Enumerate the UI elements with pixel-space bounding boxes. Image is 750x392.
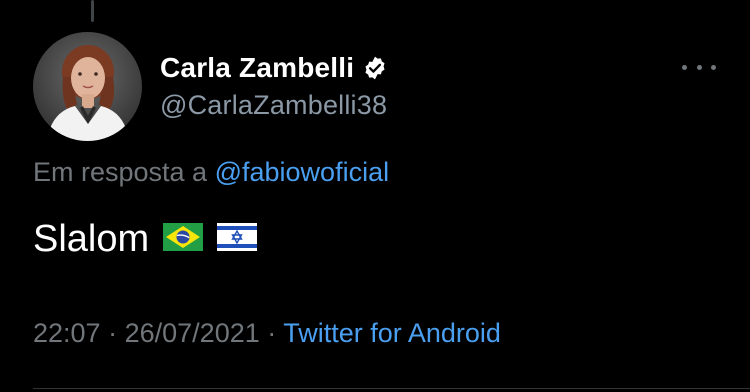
- meta-separator: ·: [108, 318, 118, 348]
- tweet-date[interactable]: 26/07/2021: [125, 318, 260, 348]
- more-options-icon[interactable]: [682, 60, 716, 74]
- tweet-card[interactable]: Carla Zambelli @CarlaZambelli38 Em respo…: [0, 0, 750, 392]
- reply-context: Em resposta a @fabiowoficial: [33, 157, 389, 188]
- dot: [682, 64, 687, 70]
- avatar[interactable]: [33, 32, 142, 141]
- divider: [33, 388, 750, 389]
- israel-flag-icon: [217, 218, 258, 261]
- thread-connector-line: [91, 0, 94, 22]
- reply-mention-link[interactable]: @fabiowoficial: [215, 157, 390, 187]
- dot: [711, 64, 716, 70]
- tweet-text: Slalom: [33, 218, 150, 260]
- author-display-name[interactable]: Carla Zambelli: [160, 52, 354, 84]
- tweet-meta: 22:07 · 26/07/2021 · Twitter for Android: [33, 318, 501, 349]
- meta-separator: ·: [267, 318, 277, 348]
- dot: [696, 64, 702, 70]
- tweet-time[interactable]: 22:07: [33, 318, 101, 348]
- reply-prefix: Em resposta a: [33, 157, 208, 187]
- verified-badge-icon: [362, 55, 388, 81]
- tweet-source-link[interactable]: Twitter for Android: [283, 318, 501, 348]
- author-handle[interactable]: @CarlaZambelli38: [160, 90, 388, 121]
- tweet-header: Carla Zambelli @CarlaZambelli38: [160, 50, 388, 121]
- brazil-flag-icon: [163, 218, 204, 261]
- avatar-photo: [33, 32, 142, 141]
- tweet-body: Slalom: [33, 218, 258, 261]
- name-row: Carla Zambelli: [160, 50, 388, 86]
